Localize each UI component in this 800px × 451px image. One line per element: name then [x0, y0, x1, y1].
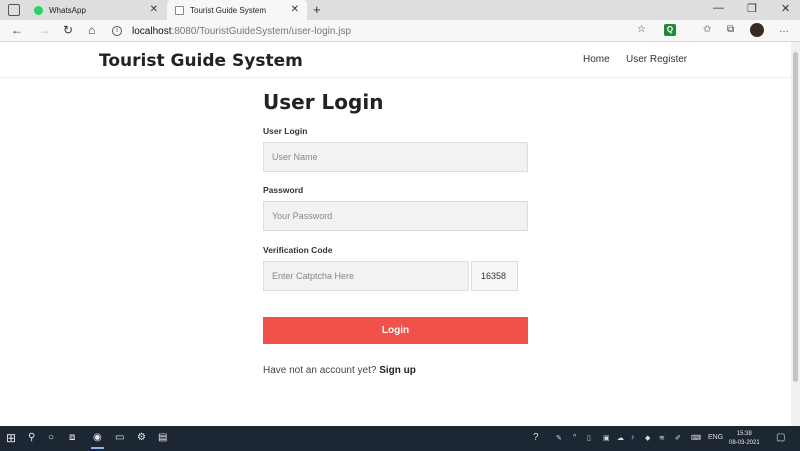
windows-taskbar: ⊞ ⚲ ○ ⧈ ◉ ▭ ⚙ ▤ ? ✎ ^ ▯ ▣ ☁ ♪ ◆ ≋ ✐ ⌨ EN… [0, 426, 800, 451]
profile-avatar[interactable] [750, 23, 764, 37]
login-button[interactable]: Login [263, 317, 528, 344]
wifi-icon[interactable]: ≋ [659, 434, 665, 442]
tab-title: WhatsApp [49, 5, 86, 15]
extension-icon[interactable]: Q [664, 24, 676, 36]
terminal-icon[interactable]: ▭ [115, 432, 124, 443]
more-menu-icon[interactable]: … [779, 24, 789, 35]
minimize-icon[interactable]: — [713, 2, 724, 14]
show-hidden-icons-icon[interactable]: ^ [573, 434, 576, 441]
close-tab-icon[interactable]: ✕ [291, 4, 299, 15]
dropbox-icon[interactable]: ◆ [645, 434, 650, 442]
whatsapp-icon [34, 5, 43, 15]
username-input[interactable] [263, 142, 528, 172]
captcha-label: Verification Code [263, 245, 333, 255]
document-icon [175, 5, 184, 15]
cortana-icon[interactable]: ○ [48, 432, 54, 443]
signup-text: Have not an account yet? [263, 365, 377, 376]
home-icon[interactable]: ⌂ [88, 23, 95, 37]
tab-title: Tourist Guide System [190, 5, 267, 15]
maximize-icon[interactable]: ❐ [747, 2, 757, 15]
edge-browser-icon[interactable]: ◉ [91, 432, 104, 449]
task-view-icon[interactable]: ⧈ [69, 432, 75, 443]
language-indicator[interactable]: ENG [708, 434, 723, 441]
favorite-star-icon[interactable]: ☆ [637, 24, 646, 35]
search-icon[interactable]: ⚲ [28, 432, 35, 443]
site-brand[interactable]: Tourist Guide System [99, 51, 303, 71]
username-label: User Login [263, 126, 308, 136]
close-tab-icon[interactable]: ✕ [150, 4, 158, 15]
people-icon[interactable]: ✎ [556, 434, 562, 442]
notification-icon[interactable]: ▢ [776, 432, 785, 443]
tab-actions-icon[interactable] [8, 4, 20, 16]
page-scrollbar[interactable] [791, 42, 800, 426]
collections-icon[interactable]: ⧉ [727, 24, 734, 35]
clock-time: 15:38 [736, 431, 752, 437]
url-host: localhost [132, 25, 172, 37]
scrollbar-thumb[interactable] [793, 52, 798, 382]
cloud-icon[interactable]: ☁ [617, 434, 624, 442]
nav-user-register-link[interactable]: User Register [626, 54, 687, 65]
file-explorer-icon[interactable]: ▤ [158, 432, 167, 443]
keyboard-icon[interactable]: ⌨ [691, 434, 701, 442]
pen-icon[interactable]: ✐ [675, 434, 681, 442]
signup-link[interactable]: Sign up [379, 365, 416, 376]
forward-icon[interactable]: → [38, 23, 50, 37]
captcha-code: 16358 [471, 261, 518, 291]
site-info-icon[interactable]: i [112, 26, 122, 36]
page-viewport: Tourist Guide System Home User Register … [0, 42, 800, 426]
help-icon[interactable]: ? [533, 432, 539, 443]
site-header: Tourist Guide System Home User Register [0, 42, 791, 78]
volume-icon[interactable]: ♪ [631, 434, 635, 441]
address-bar[interactable]: i localhost:8080/TouristGuideSystem/user… [112, 22, 657, 40]
page-title: User Login [263, 90, 384, 114]
signup-prompt: Have not an account yet? Sign up [263, 365, 416, 376]
browser-tab-strip: WhatsApp ✕ Tourist Guide System ✕ + — ❐ … [0, 0, 800, 20]
battery-icon[interactable]: ▯ [587, 434, 591, 442]
tab-tourist-guide[interactable]: Tourist Guide System ✕ [167, 0, 307, 20]
refresh-icon[interactable]: ↻ [63, 23, 73, 37]
url-path: :8080/TouristGuideSystem/user-login.jsp [171, 25, 351, 37]
browser-toolbar: ← → ↻ ⌂ i localhost:8080/TouristGuideSys… [0, 20, 800, 42]
back-icon[interactable]: ← [11, 23, 23, 37]
monitor-icon[interactable]: ▣ [603, 434, 610, 442]
captcha-input[interactable] [263, 261, 469, 291]
settings-gear-icon[interactable]: ⚙ [137, 432, 146, 443]
system-clock[interactable]: 15:38 08-03-2021 [729, 430, 760, 448]
password-input[interactable] [263, 201, 528, 231]
favorites-icon[interactable]: ✩ [703, 24, 711, 35]
close-window-icon[interactable]: ✕ [781, 2, 790, 15]
password-label: Password [263, 185, 304, 195]
windows-start-icon[interactable]: ⊞ [6, 431, 16, 445]
clock-date: 08-03-2021 [729, 440, 760, 446]
tab-whatsapp[interactable]: WhatsApp ✕ [26, 0, 166, 20]
new-tab-icon[interactable]: + [313, 2, 321, 17]
nav-home-link[interactable]: Home [583, 54, 610, 65]
